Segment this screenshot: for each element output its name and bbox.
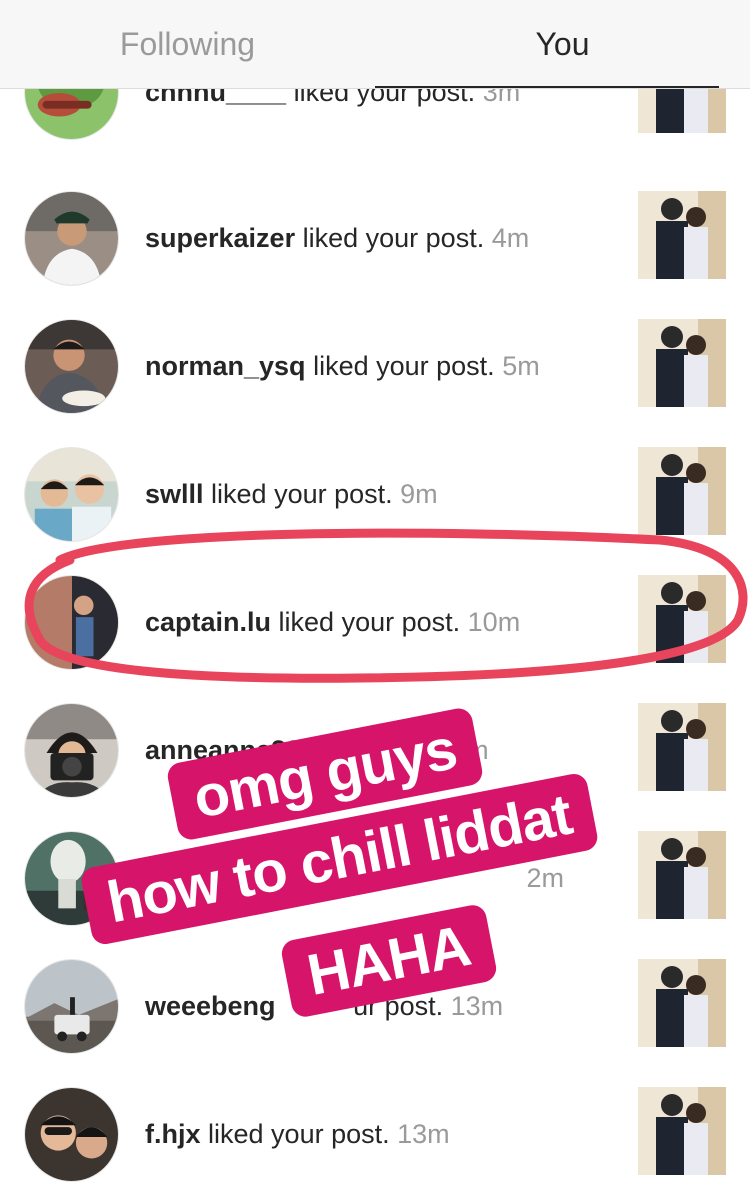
post-thumbnail[interactable] bbox=[638, 319, 726, 407]
user-avatar[interactable] bbox=[24, 319, 119, 414]
couple-photo-icon bbox=[638, 831, 726, 919]
activity-time: 5m bbox=[502, 351, 540, 381]
user-avatar[interactable] bbox=[24, 959, 119, 1054]
post-thumbnail[interactable] bbox=[638, 191, 726, 279]
activity-row[interactable]: f.hjx liked your post. 13m bbox=[0, 1070, 750, 1198]
activity-time: 4m bbox=[491, 223, 530, 253]
eating-avatar-icon bbox=[25, 320, 118, 413]
activity-text: liked your post. bbox=[313, 351, 495, 381]
activity-time: 13m bbox=[397, 1119, 450, 1149]
post-thumbnail[interactable] bbox=[638, 703, 726, 791]
tab-you[interactable]: You bbox=[375, 0, 750, 88]
couple-photo-icon bbox=[638, 319, 726, 407]
activity-text: liked your post. bbox=[208, 1119, 390, 1149]
user-avatar[interactable] bbox=[24, 191, 119, 286]
kids-avatar-icon bbox=[25, 448, 118, 541]
username-link[interactable]: superkaizer bbox=[145, 223, 295, 253]
activity-feed: chhhu____ liked your post. 3m superkaize… bbox=[0, 0, 750, 1201]
post-thumbnail[interactable] bbox=[638, 1087, 726, 1175]
post-thumbnail[interactable] bbox=[638, 959, 726, 1047]
couple-photo-icon bbox=[638, 959, 726, 1047]
couple-photo-icon bbox=[638, 191, 726, 279]
post-thumbnail[interactable] bbox=[638, 831, 726, 919]
uniform-avatar-icon bbox=[25, 192, 118, 285]
couple-photo-icon bbox=[638, 575, 726, 663]
couple-photo-icon bbox=[638, 447, 726, 535]
post-thumbnail[interactable] bbox=[638, 447, 726, 535]
username-link[interactable]: f.hjx bbox=[145, 1119, 201, 1149]
activity-row[interactable]: superkaizer liked your post. 4m bbox=[0, 174, 750, 302]
jeep-avatar-icon bbox=[25, 960, 118, 1053]
couple-photo-icon bbox=[638, 1087, 726, 1175]
activity-text: liked your post. bbox=[302, 223, 485, 253]
couple-photo-icon bbox=[638, 703, 726, 791]
activity-row[interactable]: swlll liked your post. 9m bbox=[0, 430, 750, 558]
camera-avatar-icon bbox=[25, 704, 118, 797]
user-avatar[interactable] bbox=[24, 1087, 119, 1182]
activity-time: 13m bbox=[450, 991, 504, 1021]
activity-row[interactable]: norman_ysq liked your post. 5m bbox=[0, 302, 750, 430]
wall-avatar-icon bbox=[25, 576, 118, 669]
activity-time: 9m bbox=[400, 479, 438, 509]
activity-time: 10m bbox=[467, 607, 521, 637]
activity-row[interactable]: captain.lu liked your post. 10m bbox=[0, 558, 750, 686]
username-link[interactable]: weeebeng bbox=[145, 991, 276, 1021]
username-link[interactable]: norman_ysq bbox=[145, 351, 306, 381]
user-avatar[interactable] bbox=[24, 703, 119, 798]
selfie-avatar-icon bbox=[25, 1088, 118, 1181]
active-tab-indicator bbox=[375, 86, 719, 88]
user-avatar[interactable] bbox=[24, 447, 119, 542]
username-link[interactable]: captain.lu bbox=[145, 607, 271, 637]
activity-time: 2m bbox=[526, 863, 565, 893]
tab-following[interactable]: Following bbox=[0, 0, 375, 88]
user-avatar[interactable] bbox=[24, 575, 119, 670]
activity-tabs: Following You bbox=[0, 0, 750, 89]
activity-text: liked your post. bbox=[278, 607, 461, 637]
activity-text: liked your post. bbox=[211, 479, 393, 509]
post-thumbnail[interactable] bbox=[638, 575, 726, 663]
username-link[interactable]: swlll bbox=[145, 479, 204, 509]
